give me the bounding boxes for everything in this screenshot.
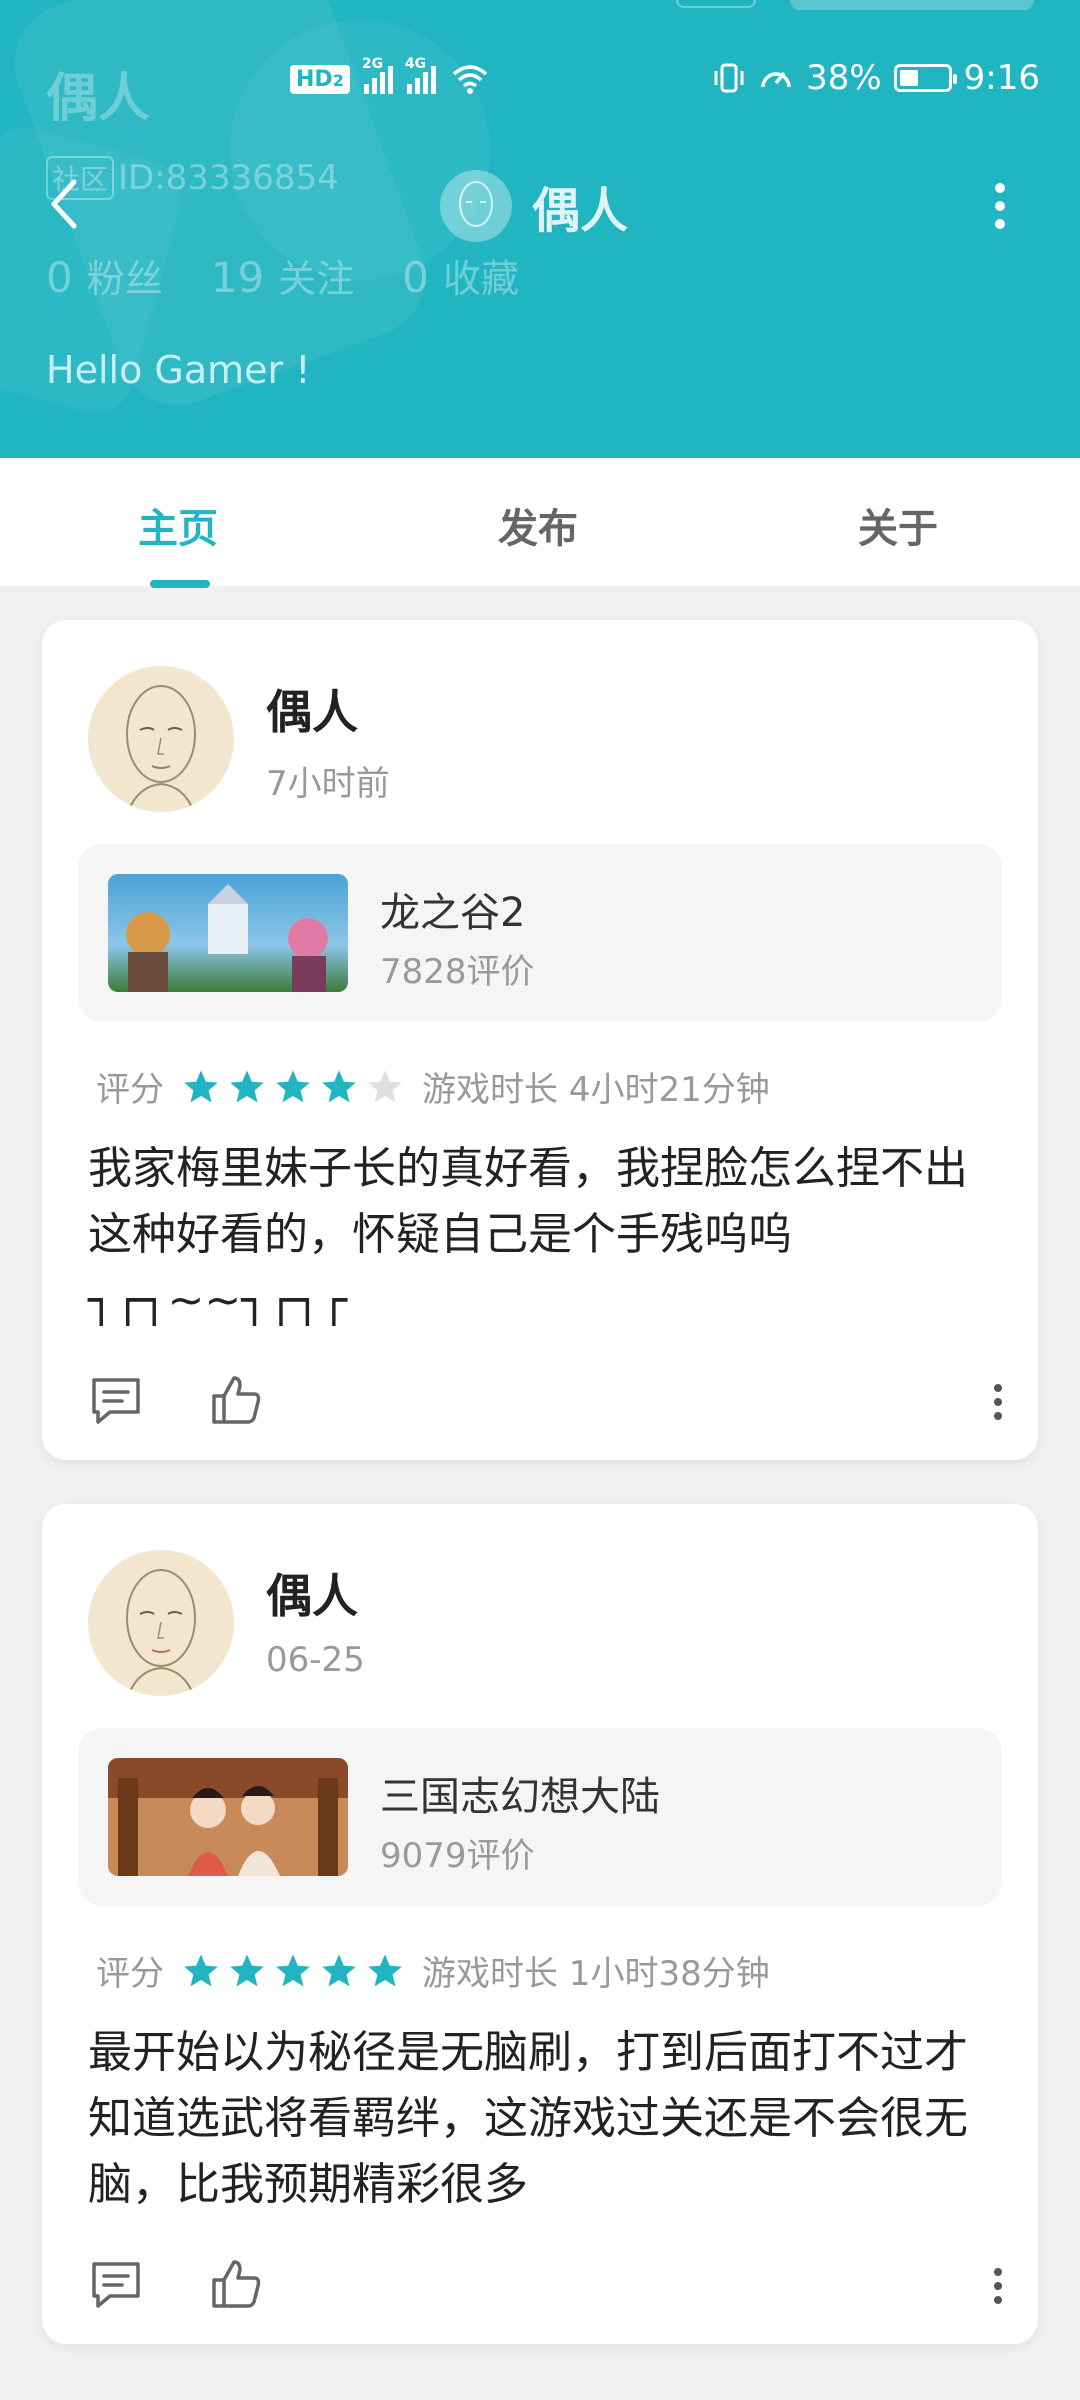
comment-icon[interactable]: [88, 1372, 144, 1428]
hd-sub: 2: [332, 70, 344, 90]
stat-count: 0: [402, 253, 429, 302]
star-rating: [182, 1952, 404, 1990]
star-rating: [182, 1068, 404, 1106]
signal-4g-icon: 4G: [405, 56, 436, 94]
playtime: 游戏时长 1小时38分钟: [422, 1954, 770, 1994]
more-vertical-icon[interactable]: [980, 176, 1020, 236]
stat-count: 19: [210, 253, 265, 302]
star-filled-icon: [276, 1069, 310, 1102]
profile-id-text: ID:83336854: [118, 158, 339, 198]
signal-tag: 4G: [404, 56, 427, 72]
stat-label: 粉丝: [86, 257, 163, 301]
tab-bar: 主页 发布 关于: [0, 458, 1080, 588]
tab-home[interactable]: 主页: [138, 496, 218, 554]
stat-label: 收藏: [442, 257, 519, 301]
game-link[interactable]: 三国志幻想大陆 9079评价: [78, 1728, 1002, 1906]
profile-stats: 0 粉丝 19 关注 0 收藏: [46, 248, 519, 303]
game-name: 龙之谷2: [380, 890, 526, 936]
tab-posts[interactable]: 发布: [498, 496, 578, 554]
signal-tag: 2G: [361, 56, 384, 72]
game-reviews: 7828评价: [380, 952, 535, 992]
post-card[interactable]: 偶人 06-25 三国志幻想大陆 9079评价 评分 游戏时长 1小时38分钟 …: [42, 1504, 1038, 2344]
battery-icon: [893, 64, 957, 92]
star-filled-icon: [184, 1953, 218, 1986]
post-actions: [88, 2256, 1008, 2316]
star-filled-icon: [230, 1953, 264, 1986]
avatar: [440, 170, 512, 242]
rating-label: 评分: [96, 1070, 164, 1110]
more-vertical-icon[interactable]: [986, 1380, 1010, 1424]
star-filled-icon: [230, 1069, 264, 1102]
hd-badge: HD2: [290, 64, 350, 94]
battery-percent: 38%: [806, 58, 882, 98]
game-link[interactable]: 龙之谷2 7828评价: [78, 844, 1002, 1022]
game-reviews: 9079评价: [380, 1836, 535, 1876]
status-right: 38% 9:16: [712, 58, 1040, 98]
stat-favorites[interactable]: 0 收藏: [402, 248, 519, 303]
speed-icon: [761, 71, 791, 88]
game-thumbnail: [108, 1758, 348, 1876]
vibrate-icon: [714, 63, 744, 93]
hd-label: HD: [296, 66, 333, 92]
status-bar: HD2 2G 4G 38% 9:16: [0, 54, 1080, 110]
stat-label: 关注: [278, 257, 355, 301]
thumbs-up-icon[interactable]: [208, 1372, 264, 1428]
game-name: 三国志幻想大陆: [380, 1774, 660, 1820]
star-filled-icon: [322, 1953, 356, 1986]
tab-about[interactable]: 关于: [858, 496, 938, 554]
avatar[interactable]: [88, 666, 234, 812]
star-filled-icon: [322, 1069, 356, 1102]
thumbs-up-icon[interactable]: [208, 2256, 264, 2312]
rating-row: 评分 游戏时长 1小时38分钟: [96, 1946, 770, 1995]
stat-fans[interactable]: 0 粉丝: [46, 248, 163, 303]
comment-icon[interactable]: [88, 2256, 144, 2312]
star-filled-icon: [276, 1953, 310, 1986]
nav-title: 偶人: [440, 170, 628, 242]
post-author[interactable]: 偶人: [266, 1560, 358, 1626]
star-filled-icon: [368, 1953, 402, 1986]
profile-header: 偶人 社区 ID:83336854 0 粉丝 19 关注 0 收藏 Hello …: [0, 0, 1080, 458]
header-ghost-shape: [676, 0, 756, 8]
rating-row: 评分 游戏时长 4小时21分钟: [96, 1062, 770, 1111]
status-left: HD2 2G 4G: [290, 56, 490, 96]
post-author[interactable]: 偶人: [266, 676, 358, 742]
profile-greeting: Hello Gamer !: [46, 348, 311, 392]
chevron-left-icon[interactable]: [40, 172, 90, 236]
post-content[interactable]: 最开始以为秘径是无脑刷，打到后面打不过才知道选武将看羁绊，这游戏过关还是不会很无…: [88, 2020, 1008, 2218]
playtime: 游戏时长 4小时21分钟: [422, 1070, 770, 1110]
post-time: 7小时前: [266, 764, 390, 804]
stat-following[interactable]: 19 关注: [211, 248, 354, 303]
header-ghost-shape: [790, 0, 1034, 10]
post-content[interactable]: 我家梅里妹子长的真好看，我捏脸怎么捏不出这种好看的，怀疑自己是个手残呜呜┐┌┐~…: [88, 1136, 1008, 1334]
rating-label: 评分: [96, 1954, 164, 1994]
star-filled-icon: [184, 1069, 218, 1102]
wifi-icon: [452, 65, 487, 94]
star-empty-icon: [368, 1069, 402, 1102]
post-card[interactable]: 偶人 7小时前 龙之谷2 7828评价 评分 游戏时长 4小时21分钟 我家梅里…: [42, 620, 1038, 1460]
clock: 9:16: [963, 58, 1040, 98]
more-vertical-icon[interactable]: [986, 2264, 1010, 2308]
post-actions: [88, 1372, 1008, 1432]
game-thumbnail: [108, 874, 348, 992]
stat-count: 0: [46, 253, 73, 302]
post-time: 06-25: [266, 1640, 365, 1680]
signal-2g-icon: 2G: [362, 56, 393, 94]
nav-title-text: 偶人: [532, 183, 629, 239]
tab-indicator: [150, 580, 210, 588]
avatar[interactable]: [88, 1550, 234, 1696]
